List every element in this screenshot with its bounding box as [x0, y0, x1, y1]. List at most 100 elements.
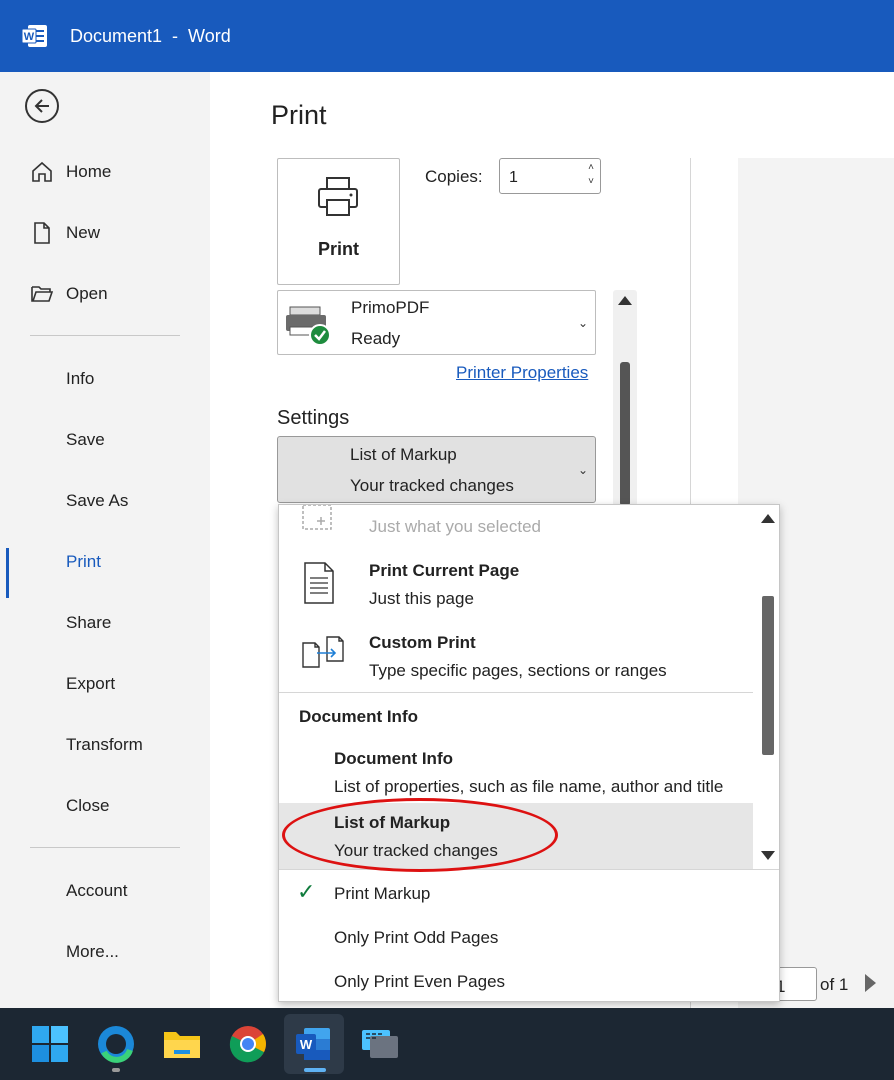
print-what-select[interactable]: List of Markup Your tracked changes ⌄	[277, 436, 596, 503]
option-odd-pages[interactable]: Only Print Odd Pages	[279, 917, 779, 959]
printer-ready-icon	[286, 306, 331, 346]
selected-option-title: List of Markup	[350, 445, 457, 464]
option-title: Document Info	[334, 749, 453, 768]
option-label: Only Print Even Pages	[334, 972, 506, 991]
option-label: Print Markup	[334, 884, 431, 903]
nav-item-open[interactable]: Open	[0, 272, 210, 316]
selected-option-desc: Your tracked changes	[350, 476, 514, 495]
option-document-info[interactable]: Document Info List of properties, such a…	[279, 737, 753, 803]
scroll-down-icon[interactable]	[761, 851, 775, 860]
option-desc: List of properties, such as file name, a…	[334, 777, 724, 796]
nav-label-new: New	[66, 223, 101, 242]
keyboard-app-icon[interactable]	[358, 1022, 402, 1066]
nav-label-print: Print	[66, 552, 101, 571]
printer-status: Ready	[351, 329, 401, 348]
word-logo-icon: W	[22, 25, 47, 47]
nav-label-export: Export	[66, 674, 116, 693]
print-button[interactable]: Print	[277, 158, 400, 285]
section-header: Document Info	[299, 707, 418, 726]
nav-item-print[interactable]: Print	[0, 540, 210, 598]
option-title: List of Markup	[334, 813, 451, 832]
nav-item-save-as[interactable]: Save As	[0, 479, 210, 523]
nav-divider	[30, 335, 180, 336]
page-icon	[304, 562, 334, 604]
edge-icon[interactable]	[94, 1022, 138, 1066]
nav-item-export[interactable]: Export	[0, 662, 210, 706]
printer-select[interactable]: PrimoPDF Ready ⌄	[277, 290, 596, 355]
option-desc: Type specific pages, sections or ranges	[369, 661, 667, 680]
menu-divider	[279, 869, 779, 870]
title-bar: W Document1 - Word	[0, 0, 894, 72]
nav-item-share[interactable]: Share	[0, 601, 210, 645]
copies-stepper[interactable]: 1 ˄ ˅	[499, 158, 601, 194]
scroll-up-icon[interactable]	[761, 514, 775, 523]
spinner-arrows-icon[interactable]: ˄ ˅	[588, 161, 594, 189]
svg-text:W: W	[24, 31, 35, 43]
nav-label-save-as: Save As	[66, 491, 129, 510]
nav-label-more: More...	[66, 942, 119, 961]
nav-item-account[interactable]: Account	[0, 869, 210, 913]
menu-divider	[279, 692, 753, 693]
nav-label-save: Save	[66, 430, 105, 449]
scroll-up-icon[interactable]	[618, 296, 632, 305]
option-desc: Just what you selected	[369, 517, 541, 536]
settings-scrollbar[interactable]	[613, 290, 637, 506]
page-count-label: of 1	[820, 975, 849, 994]
backstage-nav: Home New Open Info Save Save As Print Sh…	[0, 72, 210, 1008]
nav-item-more[interactable]: More...	[0, 930, 210, 974]
nav-item-close[interactable]: Close	[0, 784, 210, 828]
nav-label-account: Account	[66, 881, 128, 900]
page-title: Print	[271, 100, 327, 130]
chrome-icon[interactable]	[226, 1022, 270, 1066]
option-print-selection[interactable]: Just what you selected	[279, 505, 753, 545]
back-arrow-icon	[34, 99, 49, 113]
dropdown-scrollbar[interactable]	[756, 505, 779, 869]
option-desc: Just this page	[369, 589, 474, 608]
nav-label-close: Close	[66, 796, 110, 815]
nav-item-new[interactable]: New	[0, 211, 210, 255]
checkmark-icon: ✓	[297, 879, 316, 904]
option-label: Only Print Odd Pages	[334, 928, 499, 947]
option-print-markup[interactable]: ✓ Print Markup	[279, 873, 779, 915]
active-app-indicator	[304, 1068, 326, 1072]
option-title: Print Current Page	[369, 561, 520, 580]
back-button[interactable]	[25, 89, 59, 123]
print-what-dropdown: Just what you selected Print Current Pag…	[278, 504, 780, 1002]
nav-label-share: Share	[66, 613, 112, 632]
copies-value: 1	[509, 169, 518, 186]
printer-name: PrimoPDF	[351, 298, 430, 317]
nav-item-info[interactable]: Info	[0, 357, 210, 401]
selection-icon	[302, 505, 332, 530]
option-custom-print[interactable]: Custom Print Type specific pages, sectio…	[279, 621, 753, 691]
running-indicator	[112, 1068, 120, 1072]
option-print-current-page[interactable]: Print Current Page Just this page	[279, 549, 753, 619]
nav-label-home: Home	[66, 162, 112, 181]
option-title: Custom Print	[369, 633, 476, 652]
option-even-pages[interactable]: Only Print Even Pages	[279, 961, 779, 1001]
nav-item-home[interactable]: Home	[0, 150, 210, 194]
nav-item-save[interactable]: Save	[0, 418, 210, 462]
next-page-icon[interactable]	[865, 974, 876, 992]
nav-label-open: Open	[66, 284, 108, 303]
print-button-label: Print	[317, 239, 359, 259]
nav-item-transform[interactable]: Transform	[0, 723, 210, 767]
custom-print-icon	[302, 636, 344, 668]
scrollbar-thumb[interactable]	[762, 596, 774, 755]
chevron-down-icon: ⌄	[578, 463, 589, 477]
nav-label-info: Info	[66, 369, 95, 388]
svg-text:W: W	[300, 1037, 313, 1052]
nav-label-transform: Transform	[66, 735, 143, 754]
file-explorer-icon[interactable]	[160, 1022, 204, 1066]
windows-start-icon[interactable]	[28, 1022, 72, 1066]
chevron-down-icon: ⌄	[578, 316, 589, 330]
printer-properties-link[interactable]: Printer Properties	[456, 363, 588, 383]
option-list-of-markup[interactable]: List of Markup Your tracked changes	[279, 803, 753, 869]
folder-open-icon	[31, 286, 54, 302]
word-icon[interactable]: W	[292, 1022, 336, 1066]
home-icon	[32, 161, 52, 182]
option-desc: Your tracked changes	[334, 841, 498, 860]
printer-icon	[318, 177, 358, 216]
scrollbar-thumb[interactable]	[620, 362, 630, 506]
window-title: Document1 - Word	[70, 26, 231, 46]
nav-divider	[30, 847, 180, 848]
